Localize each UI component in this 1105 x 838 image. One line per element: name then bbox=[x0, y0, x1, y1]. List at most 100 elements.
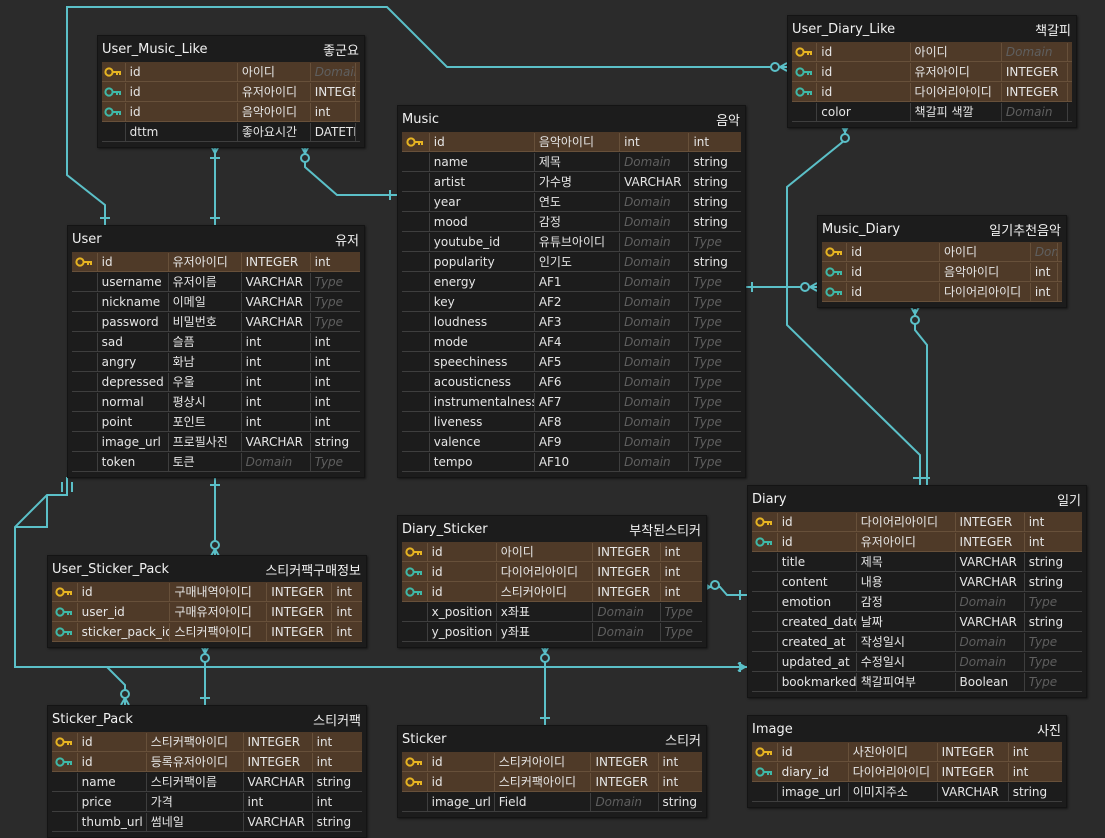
table-row[interactable]: speechiness AF5 Domain Type bbox=[402, 352, 741, 372]
field-db-type[interactable]: DATETIME bbox=[310, 122, 357, 142]
field-db-type[interactable]: int bbox=[1030, 262, 1058, 282]
field-db-type[interactable]: INTEGER bbox=[1001, 82, 1068, 102]
table-row[interactable]: id음악아이디intint bbox=[102, 102, 361, 122]
table-row[interactable]: diary_id 다이어리아이디 INTEGER int bbox=[752, 762, 1062, 782]
relation-music-user-music-like[interactable] bbox=[304, 147, 397, 196]
field-type[interactable]: int bbox=[332, 623, 362, 642]
field-label[interactable]: 다이어리아이디 bbox=[848, 762, 938, 782]
field-type[interactable]: string bbox=[1024, 613, 1083, 632]
field-db-type[interactable]: VARCHAR bbox=[620, 172, 690, 192]
field-label[interactable]: 이미지주소 bbox=[848, 782, 938, 802]
field-db-type[interactable]: Domain bbox=[620, 292, 690, 312]
field-name[interactable]: id bbox=[847, 262, 940, 282]
field-label[interactable]: 스티커아이디 bbox=[496, 582, 594, 602]
relation-user-sticker-pack[interactable] bbox=[15, 666, 126, 705]
key-icon-cell[interactable] bbox=[72, 412, 98, 432]
field-type[interactable]: string bbox=[1068, 43, 1072, 62]
key-icon-cell[interactable] bbox=[792, 82, 818, 102]
table-music-diary[interactable]: Music_Diary일기추천음악id아이디DomainTypeid음악아이디i… bbox=[817, 215, 1067, 308]
field-type[interactable]: string bbox=[658, 793, 702, 812]
field-type[interactable]: int bbox=[332, 583, 362, 602]
field-type[interactable]: int bbox=[310, 373, 360, 392]
field-label[interactable]: 포인트 bbox=[168, 412, 242, 432]
field-label[interactable]: y좌표 bbox=[496, 622, 594, 642]
field-db-type[interactable]: Domain bbox=[593, 602, 661, 622]
field-db-type[interactable]: Domain bbox=[955, 592, 1025, 612]
field-name[interactable]: mode bbox=[429, 332, 535, 352]
field-type[interactable]: string bbox=[312, 813, 362, 832]
table-row[interactable]: id다이어리아이디INTEGERint bbox=[402, 562, 702, 582]
field-name[interactable]: popularity bbox=[429, 252, 535, 272]
field-name[interactable]: depressed bbox=[97, 372, 169, 392]
key-icon-cell[interactable] bbox=[402, 252, 430, 272]
table-row[interactable]: loudness AF3 Domain Type bbox=[402, 312, 741, 332]
field-type[interactable]: int bbox=[1024, 533, 1083, 552]
key-icon-cell[interactable] bbox=[72, 272, 98, 292]
key-icon-cell[interactable] bbox=[402, 232, 430, 252]
field-db-type[interactable]: Domain bbox=[310, 62, 357, 82]
key-icon-cell[interactable] bbox=[752, 652, 778, 672]
field-db-type[interactable]: Domain bbox=[1030, 242, 1058, 262]
table-row[interactable]: id아이디DomainType bbox=[822, 242, 1062, 262]
field-db-type[interactable]: Domain bbox=[620, 272, 690, 292]
field-name[interactable]: mood bbox=[429, 212, 535, 232]
field-name[interactable]: normal bbox=[97, 392, 169, 412]
field-name[interactable]: id bbox=[97, 252, 169, 272]
field-name[interactable]: price bbox=[77, 792, 147, 812]
field-name[interactable]: id bbox=[427, 542, 497, 562]
field-db-type[interactable]: VARCHAR bbox=[955, 552, 1025, 572]
field-name[interactable]: nickname bbox=[97, 292, 169, 312]
field-type[interactable]: int bbox=[312, 733, 362, 752]
field-type[interactable]: Type bbox=[1024, 673, 1083, 692]
field-db-type[interactable]: Domain bbox=[593, 622, 661, 642]
key-icon-cell[interactable] bbox=[752, 782, 778, 802]
key-icon-cell[interactable] bbox=[402, 372, 430, 392]
key-icon-cell[interactable] bbox=[752, 672, 778, 692]
field-label[interactable]: 다이어리아이디 bbox=[910, 82, 1002, 102]
field-name[interactable]: id bbox=[77, 582, 171, 602]
key-icon-cell[interactable] bbox=[402, 132, 430, 152]
table-user-sticker-pack[interactable]: User_Sticker_Pack 스티커팩구매정보 id 구매내역아이디 INTEGE… bbox=[47, 555, 367, 648]
table-row[interactable]: user_id 구매유저아이디 INTEGER int bbox=[52, 602, 362, 622]
field-db-type[interactable]: Domain bbox=[955, 652, 1025, 672]
field-type[interactable]: string bbox=[310, 433, 360, 452]
field-name[interactable]: instrumentalness bbox=[429, 392, 535, 412]
field-label[interactable]: 음악아이디 bbox=[237, 102, 311, 122]
field-label[interactable]: AF1 bbox=[534, 272, 621, 292]
key-icon-cell[interactable] bbox=[752, 742, 778, 762]
field-type[interactable]: int bbox=[689, 133, 741, 152]
field-type[interactable]: int bbox=[312, 793, 362, 812]
field-name[interactable]: id bbox=[427, 582, 497, 602]
field-name[interactable]: password bbox=[97, 312, 169, 332]
field-db-type[interactable]: int bbox=[241, 372, 311, 392]
field-label[interactable]: 등록유저아이디 bbox=[146, 752, 244, 772]
field-name[interactable]: bookmarked bbox=[777, 672, 857, 692]
field-type[interactable]: string bbox=[689, 173, 741, 192]
field-name[interactable]: emotion bbox=[777, 592, 857, 612]
field-label[interactable]: 토큰 bbox=[168, 452, 242, 472]
field-type[interactable]: int bbox=[658, 773, 702, 792]
field-type[interactable]: int bbox=[1008, 763, 1062, 782]
field-db-type[interactable]: INTEGER bbox=[593, 562, 661, 582]
table-row[interactable]: id다이어리아이디intint bbox=[822, 282, 1062, 302]
field-db-type[interactable]: int bbox=[1030, 282, 1058, 302]
field-label[interactable]: 유튜브아이디 bbox=[534, 232, 621, 252]
table-row[interactable]: color책갈피 색깔Domainstring bbox=[792, 102, 1072, 122]
field-name[interactable]: id bbox=[847, 242, 940, 262]
table-row[interactable]: id 스티커아이디 INTEGER int bbox=[402, 752, 702, 772]
field-type[interactable]: Type bbox=[689, 353, 741, 372]
table-row[interactable]: updated_at 수정일시 Domain Type bbox=[752, 652, 1083, 672]
field-db-type[interactable]: VARCHAR bbox=[243, 812, 313, 832]
field-db-type[interactable]: Domain bbox=[620, 192, 690, 212]
table-row[interactable]: image_url 프로필사진 VARCHAR string bbox=[72, 432, 360, 452]
key-icon-cell[interactable] bbox=[752, 612, 778, 632]
table-diary[interactable]: Diary 일기 id 다이어리아이디 INTEGER int id 유저아이디 INTEGER… bbox=[747, 485, 1087, 698]
field-type[interactable]: string bbox=[1024, 553, 1083, 572]
field-db-type[interactable]: Domain bbox=[620, 312, 690, 332]
field-label[interactable]: 평상시 bbox=[168, 392, 242, 412]
field-label[interactable]: AF7 bbox=[534, 392, 621, 412]
field-db-type[interactable]: INTEGER bbox=[243, 752, 313, 772]
key-icon-cell[interactable] bbox=[402, 752, 428, 772]
field-db-type[interactable]: Domain bbox=[620, 352, 690, 372]
field-type[interactable]: Type bbox=[689, 313, 741, 332]
